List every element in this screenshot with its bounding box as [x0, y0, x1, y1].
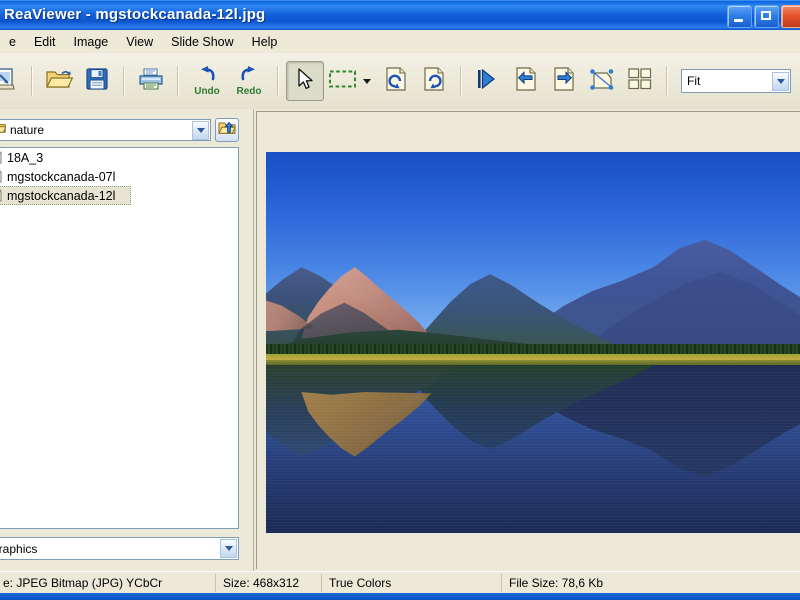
- marquee-select-icon: [328, 69, 358, 94]
- selection-tool-button[interactable]: [324, 61, 362, 101]
- cursor-arrow-icon: [294, 67, 316, 96]
- rotate-right-button[interactable]: [415, 61, 453, 101]
- maximize-button[interactable]: [754, 5, 779, 28]
- toolbar-separator: [31, 66, 33, 96]
- jpeg-file-icon: [0, 149, 2, 167]
- photo-water-shimmer: [266, 369, 800, 533]
- status-format: e: JPEG Bitmap (JPG) YCbCr: [0, 574, 216, 592]
- jpeg-file-icon: [0, 187, 2, 205]
- toolbar-separator: [277, 66, 279, 96]
- redo-label: Redo: [236, 86, 262, 97]
- menu-bar: e Edit Image View Slide Show Help: [0, 30, 800, 54]
- menu-help[interactable]: Help: [243, 32, 287, 52]
- arrow-left-page-icon: [514, 66, 538, 97]
- jpeg-file-icon: [0, 168, 2, 186]
- transform-button[interactable]: [583, 61, 621, 101]
- toolbar-separator: [123, 66, 125, 96]
- play-slideshow-icon: [475, 66, 501, 97]
- acquire-scan-button[interactable]: [0, 61, 24, 101]
- rotate-left-button[interactable]: [377, 61, 415, 101]
- zoom-level-value: Fit: [687, 74, 701, 88]
- folder-value: nature: [10, 123, 45, 137]
- pointer-tool-button[interactable]: [286, 61, 324, 101]
- status-colors: True Colors: [322, 574, 502, 592]
- folder-selector-row: nature: [0, 118, 239, 142]
- transform-nodes-icon: [588, 66, 616, 97]
- application-window: ReaViewer - mgstockcanada-12l.jpg e Edit…: [0, 0, 800, 600]
- save-button[interactable]: [78, 61, 116, 101]
- previous-image-button[interactable]: [507, 61, 545, 101]
- menu-image[interactable]: Image: [65, 32, 118, 52]
- floppy-save-icon: [84, 66, 110, 97]
- folder-combo[interactable]: nature: [0, 119, 211, 141]
- file-filter-combo[interactable]: graphics: [0, 537, 239, 560]
- undo-label: Undo: [194, 86, 220, 97]
- minimize-icon: [734, 19, 743, 22]
- parent-folder-button[interactable]: [215, 118, 239, 142]
- toolbar-separator: [177, 66, 179, 96]
- status-bar: e: JPEG Bitmap (JPG) YCbCr Size: 468x312…: [0, 571, 800, 594]
- print-button[interactable]: [132, 61, 170, 101]
- list-item[interactable]: mgstockcanada-07l: [0, 167, 238, 186]
- open-folder-icon: [45, 66, 74, 97]
- printer-icon: [137, 66, 165, 97]
- thumbnails-button[interactable]: [621, 61, 659, 101]
- arrow-right-page-icon: [552, 66, 576, 97]
- toolbar-separator: [460, 66, 462, 96]
- slideshow-button[interactable]: [469, 61, 507, 101]
- redo-button[interactable]: Redo: [228, 61, 270, 101]
- thumbnail-grid-icon: [627, 67, 653, 96]
- window-bottom-edge: [0, 593, 800, 600]
- menu-file[interactable]: e: [0, 32, 25, 52]
- list-item-label: 18A_3: [7, 150, 44, 165]
- toolbar: Undo Redo Fit: [0, 53, 800, 110]
- image-canvas[interactable]: [266, 152, 800, 533]
- chevron-down-icon[interactable]: [220, 539, 237, 558]
- file-filter-row: graphics: [0, 537, 239, 561]
- menu-slide-show[interactable]: Slide Show: [162, 32, 243, 52]
- window-title: ReaViewer - mgstockcanada-12l.jpg: [4, 6, 266, 23]
- title-bar[interactable]: ReaViewer - mgstockcanada-12l.jpg: [0, 0, 800, 30]
- file-list[interactable]: 18A_3 mgstockcanada-07l mgstockcanada-12…: [0, 147, 239, 529]
- toolbar-separator: [666, 66, 668, 96]
- list-item[interactable]: 18A_3: [0, 148, 238, 167]
- scanner-icon: [0, 66, 18, 97]
- maximize-icon: [761, 11, 771, 20]
- menu-edit[interactable]: Edit: [25, 32, 65, 52]
- rotate-cw-icon: [422, 66, 446, 97]
- status-filesize: File Size: 78,6 Kb: [509, 576, 604, 590]
- open-button[interactable]: [40, 61, 78, 101]
- file-filter-value: graphics: [0, 541, 38, 556]
- close-button[interactable]: [781, 5, 800, 28]
- list-item-label: mgstockcanada-12l: [7, 188, 116, 203]
- minimize-button[interactable]: [727, 5, 752, 28]
- folder-icon: [0, 121, 7, 139]
- status-size: Size: 468x312: [216, 574, 322, 592]
- folder-up-icon: [218, 120, 236, 141]
- next-image-button[interactable]: [545, 61, 583, 101]
- list-item-label: mgstockcanada-07l: [7, 169, 116, 184]
- undo-arrow-icon: [195, 65, 219, 88]
- chevron-down-icon[interactable]: [772, 71, 789, 91]
- window-controls: [727, 5, 800, 28]
- chevron-down-icon[interactable]: [192, 120, 209, 140]
- image-viewer-panel: [253, 109, 800, 571]
- selection-tool-dropdown-arrow[interactable]: [363, 78, 371, 84]
- redo-arrow-icon: [237, 65, 261, 88]
- list-item-selected[interactable]: mgstockcanada-12l: [0, 186, 131, 205]
- file-browser-panel: nature 18A_3 mgstockcanada-07l mgstockca…: [0, 109, 246, 571]
- image-frame: [256, 111, 800, 569]
- rotate-ccw-icon: [384, 66, 408, 97]
- undo-button[interactable]: Undo: [186, 61, 228, 101]
- menu-view[interactable]: View: [117, 32, 162, 52]
- zoom-level-combo[interactable]: Fit: [681, 69, 791, 93]
- panel-splitter[interactable]: [246, 109, 253, 571]
